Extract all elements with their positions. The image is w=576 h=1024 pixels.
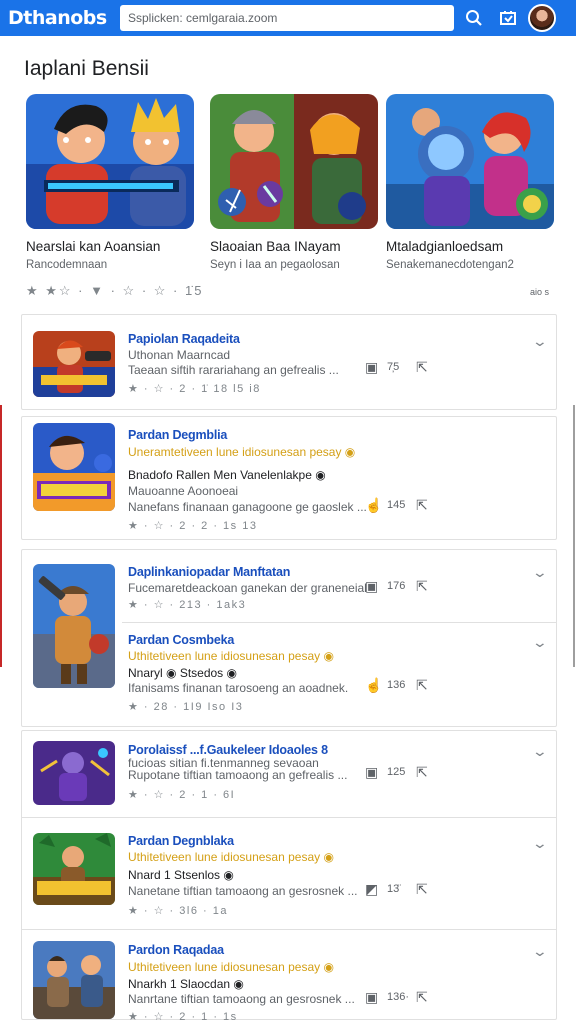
- bookmark-icon[interactable]: ◩: [365, 881, 378, 898]
- app-developer: Nnard 1 Stsenlos ◉: [128, 868, 234, 882]
- app-title[interactable]: Papiolan Raqadeita: [128, 332, 240, 346]
- count-label: 136·: [387, 991, 410, 1003]
- search-input[interactable]: [120, 5, 454, 31]
- app-description: Ifanisams finanan tarosoeng an aoadnek.: [128, 681, 349, 695]
- app-developer: Nnaryl ◉ Stsedos ◉: [128, 666, 237, 680]
- notifications-icon[interactable]: [494, 4, 522, 32]
- share-icon[interactable]: ⇱: [416, 578, 428, 595]
- featured-title: Slaoaian Baa INayam: [210, 239, 341, 254]
- app-thumbnail[interactable]: [33, 564, 115, 688]
- share-icon[interactable]: ⇱: [416, 497, 428, 514]
- featured-card[interactable]: Slaoaian Baa INayam Seyn i Iaa an pegaol…: [210, 94, 378, 271]
- app-thumbnail[interactable]: [33, 941, 115, 1019]
- featured-card[interactable]: Mtaladgianloedsam Senakemanecdotengan2: [386, 94, 554, 271]
- share-icon[interactable]: ⇱: [416, 989, 428, 1006]
- calendar-icon[interactable]: ▣: [365, 578, 378, 595]
- app-list-card: Papiolan Raqadeita Uthonan Maarncad Taea…: [21, 314, 557, 410]
- app-title[interactable]: Daplinkaniopadar Manftatan: [128, 565, 290, 579]
- featured-title: Mtaladgianloedsam: [386, 239, 504, 254]
- app-rating: ★ · ☆ · 2 · 2 · 1s 13: [128, 520, 258, 532]
- featured-card[interactable]: Nearslai kan Aoansian Rancodemnaan: [26, 94, 194, 271]
- section-title: Iaplani Bensii: [24, 57, 149, 80]
- divider: [22, 929, 556, 930]
- featured-carousel: Nearslai kan Aoansian Rancodemnaan Slaoa…: [26, 94, 556, 274]
- divider: [22, 817, 556, 818]
- share-icon[interactable]: ⇱: [416, 764, 428, 781]
- featured-art[interactable]: [386, 94, 554, 229]
- divider: [122, 622, 556, 623]
- featured-subtitle: Senakemanecdotengan2: [386, 259, 514, 271]
- app-developer: Uthonan Maarncad: [128, 348, 231, 362]
- app-logo[interactable]: Dthanobs: [8, 7, 120, 29]
- chevron-down-icon[interactable]: ⌄: [532, 564, 548, 581]
- app-list-card: Daplinkaniopadar Manftatan Fucemaretdeac…: [21, 549, 557, 727]
- app-title[interactable]: Porolaissf ...f.Gaukeleer Idoaoles 8: [128, 743, 328, 757]
- count-label: 176: [387, 580, 406, 592]
- count-label: 125: [387, 766, 406, 778]
- app-thumbnail[interactable]: [33, 833, 115, 905]
- app-title[interactable]: Pardan Cosmbeka: [128, 633, 234, 647]
- app-title[interactable]: Pardon Raqadaa: [128, 943, 224, 957]
- scroll-edge-marker: [0, 405, 2, 667]
- app-developer: Bnadofo Rallen Men Vanelenlakpe ◉: [128, 468, 326, 482]
- featured-subtitle: Rancodemnaan: [26, 259, 108, 271]
- app-rating: ★ · ☆ · 3l6 · 1a: [128, 905, 228, 917]
- app-list-card: Pardan Degmblia Uneramtetiveen lune idio…: [21, 416, 557, 540]
- app-thumbnail[interactable]: [33, 741, 115, 805]
- chevron-down-icon[interactable]: ⌄: [532, 333, 548, 350]
- featured-rating: ★ ★☆ · ▼ · ☆ · ☆ · 1̇5: [26, 283, 204, 298]
- app-thumbnail[interactable]: [33, 423, 115, 511]
- share-icon[interactable]: ⇱: [416, 677, 428, 694]
- thumbs-up-icon[interactable]: ☝: [365, 677, 382, 694]
- count-label: 13̈: [387, 883, 400, 895]
- app-description: Taeaan siftih rarariahang an gefrealis .…: [128, 363, 339, 377]
- app-thumbnail[interactable]: [33, 331, 115, 397]
- count-label: 145: [387, 499, 406, 511]
- top-app-bar: Dthanobs: [0, 0, 576, 36]
- featured-art[interactable]: [210, 94, 378, 229]
- app-title[interactable]: Pardan Degnblaka: [128, 834, 234, 848]
- calendar-icon[interactable]: ▣: [365, 764, 378, 781]
- app-category: Mauoanne Aoonoeai: [128, 484, 239, 498]
- featured-more-link[interactable]: aio s: [530, 287, 549, 297]
- chevron-down-icon[interactable]: ⌄: [532, 634, 548, 651]
- app-description: Rupotane tiftian tamoaong an gefrealis .…: [128, 768, 348, 782]
- app-description: Fucemaretdeackoan ganekan der graneneial: [128, 581, 367, 595]
- count-label: 7̦5: [387, 361, 400, 373]
- chevron-down-icon[interactable]: ⌄: [532, 835, 548, 852]
- share-icon[interactable]: ⇱: [416, 359, 428, 376]
- search-icon[interactable]: [460, 4, 488, 32]
- app-title[interactable]: Pardan Degmblia: [128, 428, 227, 442]
- app-tagline: Uthitetiveen lune idiosunesan pesay ◉: [128, 850, 334, 864]
- featured-title: Nearslai kan Aoansian: [26, 239, 161, 254]
- scrollbar[interactable]: [573, 405, 575, 667]
- app-list-card: Porolaissf ...f.Gaukeleer Idoaoles 8 fuc…: [21, 730, 557, 1023]
- app-developer: Nnarkh 1 Slaocdan ◉: [128, 977, 244, 991]
- app-tagline: Uneramtetiveen lune idiosunesan pesay ◉: [128, 445, 356, 459]
- app-tagline: Uthitetiveen lune idiosunesan pesay ◉: [128, 960, 334, 974]
- app-rating: ★ · ☆ · 213 · 1ak3: [128, 599, 247, 611]
- featured-art[interactable]: [26, 94, 194, 229]
- app-description: Nanefans finanaan ganagoone ge gaoslek .…: [128, 500, 367, 514]
- app-rating: ★ · ☆ · 2 · 1 · 6I: [128, 789, 236, 801]
- share-icon[interactable]: ⇱: [416, 881, 428, 898]
- app-description: Nanetane tiftian tamoaong an gesrosnek .…: [128, 884, 358, 898]
- thumbs-up-icon[interactable]: ☝: [365, 497, 382, 514]
- count-label: 136: [387, 679, 406, 691]
- calendar-icon[interactable]: ▣: [365, 359, 378, 376]
- chevron-down-icon[interactable]: ⌄: [532, 943, 548, 960]
- app-tagline: Uthitetiveen lune idiosunesan pesay ◉: [128, 649, 334, 663]
- featured-subtitle: Seyn i Iaa an pegaolosan: [210, 259, 340, 271]
- app-rating: ★ · ☆ · 2 · 1̇ 18 l5 i8: [128, 383, 261, 395]
- app-rating: ★ · 28 · 1I9 Iso I3: [128, 701, 244, 713]
- chevron-down-icon[interactable]: ⌄: [532, 743, 548, 760]
- user-avatar[interactable]: [528, 4, 556, 32]
- app-description: Nanrtane tiftian tamoaong an gesrosnek .…: [128, 992, 355, 1006]
- calendar-icon[interactable]: ▣: [365, 989, 378, 1006]
- app-rating: ★ · ☆ · 2 · 1 · 1s: [128, 1011, 238, 1023]
